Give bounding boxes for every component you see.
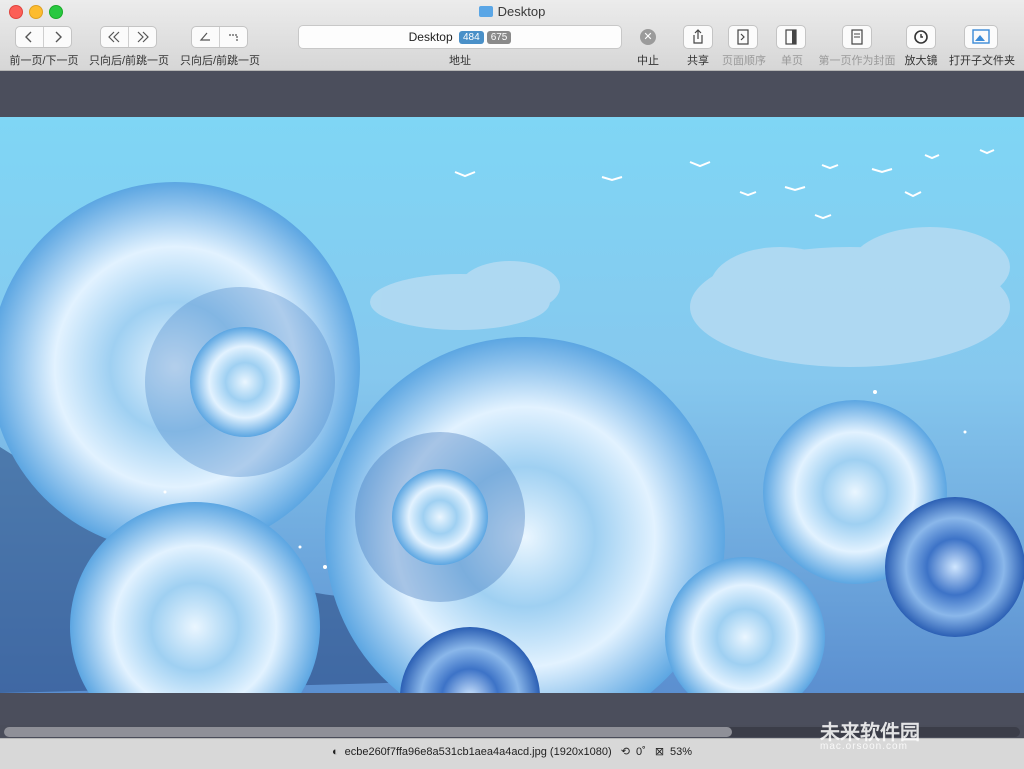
stop-button[interactable]: ✕	[640, 29, 656, 45]
share-icon	[693, 29, 703, 44]
single-page-icon	[785, 29, 797, 45]
address-label: 地址	[449, 55, 471, 67]
prev-next-label: 前一页/下一页	[9, 55, 79, 67]
jump-back-button[interactable]	[100, 27, 129, 47]
chevron-left-icon	[25, 31, 32, 43]
prev-next-segmented	[15, 26, 72, 48]
page-order-label: 页面顺序	[722, 55, 766, 67]
jump-label-1: 只向后/前跳一页	[88, 55, 170, 67]
count-badge-a: 484	[459, 31, 484, 44]
chevron-right-icon	[55, 31, 62, 43]
displayed-image	[0, 117, 1024, 693]
page-order-icon	[737, 29, 749, 45]
double-chevron-left-icon	[108, 31, 120, 43]
app-window: Desktop 前一页/下一页 只向后/前跳一页 只向后/前跳一页 Deskto…	[0, 0, 1024, 769]
toolbar: Desktop 前一页/下一页 只向后/前跳一页 只向后/前跳一页 Deskto…	[0, 0, 1024, 71]
filename-text: ecbe260f7ffa96e8a531cb1aea4a4acd.jpg (19…	[344, 746, 612, 758]
watermark: 未来软件园 mac.orsoon.com	[820, 722, 920, 752]
double-chevron-right-icon	[137, 31, 149, 43]
rotation-text: 0˚	[635, 746, 646, 758]
page-order-button[interactable]	[728, 25, 758, 49]
stop-label: 中止	[637, 55, 659, 67]
window-title: Desktop	[0, 4, 1024, 19]
skip-forward-icon	[229, 34, 238, 41]
jump-forward-alt-button[interactable]	[220, 27, 248, 47]
single-page-button[interactable]	[776, 25, 806, 49]
zoom-icon: ⊠	[654, 746, 665, 758]
magnifier-icon	[914, 30, 928, 44]
jump-back-alt-button[interactable]	[191, 27, 220, 47]
next-page-button[interactable]	[44, 27, 72, 47]
info-icon: ◐	[331, 746, 339, 758]
image-viewport[interactable]	[0, 71, 1024, 725]
scrollbar-thumb[interactable]	[4, 727, 732, 737]
magnifier-button[interactable]	[906, 25, 936, 49]
share-label: 共享	[687, 55, 709, 67]
open-subfolder-label: 打开子文件夹	[949, 55, 1015, 67]
address-field[interactable]: Desktop 484 675	[298, 25, 622, 49]
share-button[interactable]	[683, 25, 713, 49]
first-page-cover-button[interactable]	[842, 25, 872, 49]
folder-icon	[478, 6, 493, 17]
ocean-waves-illustration	[0, 117, 1024, 693]
open-subfolder-button[interactable]	[964, 25, 998, 49]
book-icon	[851, 29, 863, 45]
jump-label-2: 只向后/前跳一页	[179, 55, 261, 67]
prev-page-button[interactable]	[15, 27, 44, 47]
magnifier-label: 放大镜	[904, 55, 938, 67]
jump-forward-button[interactable]	[129, 27, 157, 47]
folder-image-icon	[972, 29, 990, 44]
skip-back-icon	[199, 32, 210, 41]
x-icon: ✕	[643, 31, 653, 43]
count-badge-b: 675	[486, 31, 512, 44]
first-page-cover-label: 第一页作为封面	[818, 55, 896, 67]
zoom-text: 53%	[670, 746, 693, 758]
single-page-label: 单页	[781, 55, 803, 67]
jump-segmented-2	[191, 26, 248, 48]
rotation-icon: ⟲	[620, 746, 630, 758]
jump-segmented-1	[100, 26, 157, 48]
